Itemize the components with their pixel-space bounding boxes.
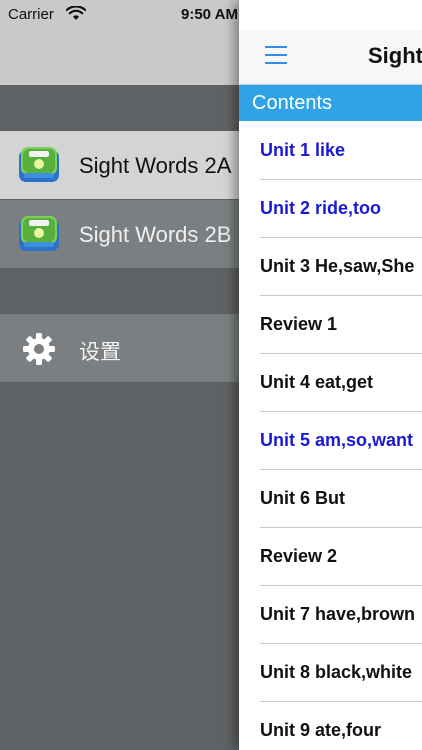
list-item[interactable]: Unit 6 But [239, 470, 422, 528]
menu-item-label: 设置 [79, 341, 121, 364]
unit-label: Unit 2 ride,too [260, 198, 381, 218]
list-item[interactable]: Unit 9 ate,four [239, 702, 422, 750]
gear-icon [21, 331, 57, 367]
list-item[interactable]: Unit 1 like [239, 122, 422, 180]
unit-label: Unit 9 ate,four [260, 720, 382, 740]
hamburger-menu-icon[interactable] [265, 46, 287, 64]
page-title: Sight [368, 43, 422, 68]
contents-label: Contents [252, 92, 333, 114]
content-panel: Sight Contents Unit 1 like Unit 2 ride,to… [239, 0, 422, 750]
list-item[interactable]: Unit 2 ride,too [239, 180, 422, 238]
unit-label: Unit 5 am,so,want [260, 430, 414, 450]
contents-header: Contents [239, 85, 422, 121]
list-item[interactable]: Unit 3 He,saw,She [239, 238, 422, 296]
menu-item-label: Sight Words 2A [79, 153, 232, 178]
app-icon [18, 215, 60, 253]
unit-label: Unit 3 He,saw,She [260, 256, 415, 276]
wifi-icon [65, 5, 87, 26]
list-item[interactable]: Unit 4 eat,get [239, 354, 422, 412]
clock-time: 9:50 AM [181, 6, 238, 23]
list-item[interactable]: Unit 7 have,brown [239, 586, 422, 644]
navigation-bar: Sight [239, 30, 422, 85]
unit-label: Unit 1 like [260, 140, 346, 160]
list-item[interactable]: Review 1 [239, 296, 422, 354]
carrier-label: Carrier [8, 6, 54, 23]
unit-label: Unit 8 black,white [260, 662, 413, 682]
app-icon [18, 146, 60, 184]
unit-label: Review 1 [260, 314, 338, 334]
unit-label: Unit 6 But [260, 488, 345, 508]
unit-label: Unit 4 eat,get [260, 372, 374, 392]
list-item[interactable]: Review 2 [239, 528, 422, 586]
list-item[interactable]: Unit 8 black,white [239, 644, 422, 702]
menu-item-label: Sight Words 2B [79, 222, 232, 247]
unit-label: Unit 7 have,brown [260, 604, 416, 624]
list-item[interactable]: Unit 5 am,so,want [239, 412, 422, 470]
unit-label: Review 2 [260, 546, 338, 566]
